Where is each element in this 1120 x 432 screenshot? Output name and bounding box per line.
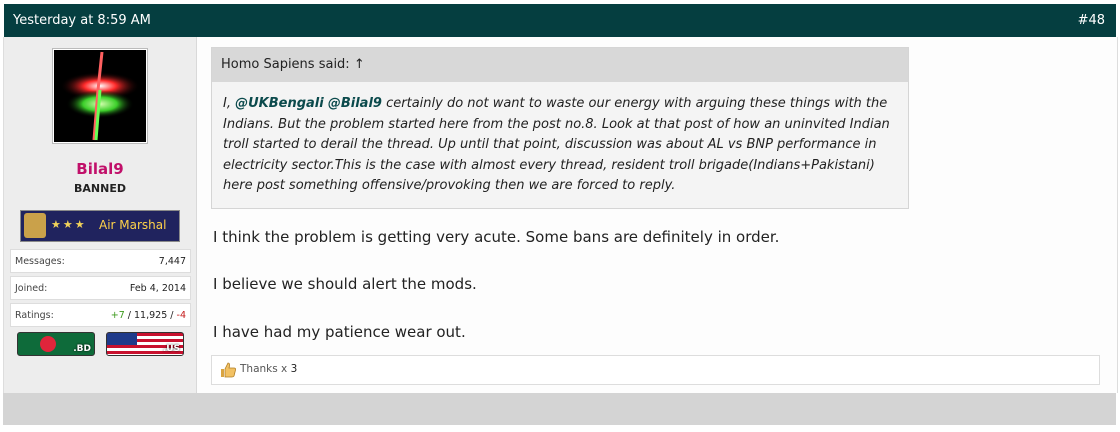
- user-sidebar: Bilal9 BANNED ★★★ Air Marshal Messages: …: [4, 37, 197, 393]
- rank-label: Air Marshal: [99, 218, 167, 232]
- post-footer-bar: [3, 393, 1116, 425]
- ratings-neutral: 11,925: [134, 310, 168, 321]
- flag-bangladesh-icon: .BD: [17, 332, 95, 356]
- mention-link[interactable]: @UKBengali: [235, 96, 324, 111]
- message-paragraph: I have had my patience wear out.: [213, 323, 466, 341]
- ratings-values[interactable]: +7 / 11,925 / -4: [111, 310, 186, 321]
- quote-text-prefix: I,: [223, 96, 236, 111]
- rank-stars: ★★★: [51, 218, 87, 231]
- user-title: BANNED: [74, 182, 126, 195]
- rank-insignia-icon: [24, 213, 46, 238]
- post-date[interactable]: Yesterday at 8:59 AM: [13, 13, 151, 28]
- ratings-separator: /: [167, 310, 177, 321]
- flag-usa-icon: .US: [106, 332, 184, 356]
- stat-label: Joined:: [15, 283, 48, 294]
- mention-link[interactable]: @Bilal9: [328, 96, 382, 111]
- stat-value: 7,447: [158, 256, 186, 267]
- stat-label: Ratings:: [15, 310, 54, 321]
- thanks-label: Thanks x: [240, 363, 291, 375]
- likes-bar: Thanks x 3: [211, 355, 1100, 385]
- ratings-negative: -4: [176, 310, 186, 321]
- flag-code: .US: [162, 344, 180, 354]
- flag-code: .BD: [73, 344, 91, 354]
- flag-disc-icon: [40, 336, 56, 352]
- thumbs-up-icon: [221, 362, 236, 378]
- quote-block: Homo Sapiens said: ↑ I, @UKBengali @Bila…: [211, 47, 909, 209]
- username-link[interactable]: Bilal9: [4, 160, 196, 178]
- quote-text: I, @UKBengali @Bilal9 certainly do not w…: [223, 94, 903, 197]
- stat-joined: Joined: Feb 4, 2014: [10, 276, 191, 300]
- quote-jump-link[interactable]: ↑: [354, 57, 365, 72]
- stat-label: Messages:: [15, 256, 65, 267]
- quote-author: Homo Sapiens said:: [221, 57, 350, 72]
- stat-ratings: Ratings: +7 / 11,925 / -4: [10, 303, 191, 327]
- thanks-text[interactable]: Thanks x 3: [240, 363, 297, 375]
- stat-value: Feb 4, 2014: [129, 283, 186, 294]
- stat-messages: Messages: 7,447: [10, 249, 191, 273]
- avatar-image: [54, 50, 146, 142]
- thanks-count: 3: [290, 363, 298, 375]
- quote-header: Homo Sapiens said: ↑: [212, 48, 908, 82]
- avatar[interactable]: [52, 48, 148, 144]
- post-header-bar: Yesterday at 8:59 AM #48: [4, 4, 1116, 37]
- ratings-positive: +7: [110, 310, 125, 321]
- message-paragraph: I believe we should alert the mods.: [213, 275, 477, 293]
- quote-text-rest: certainly do not want to waste our energ…: [223, 96, 890, 193]
- rank-banner: ★★★ Air Marshal: [20, 210, 180, 242]
- post: Bilal9 BANNED ★★★ Air Marshal Messages: …: [3, 37, 1118, 393]
- flag-canton-icon: [107, 333, 137, 345]
- post-number-link[interactable]: #48: [1078, 13, 1105, 28]
- message-paragraph: I think the problem is getting very acut…: [213, 228, 780, 246]
- ratings-separator: /: [124, 310, 135, 321]
